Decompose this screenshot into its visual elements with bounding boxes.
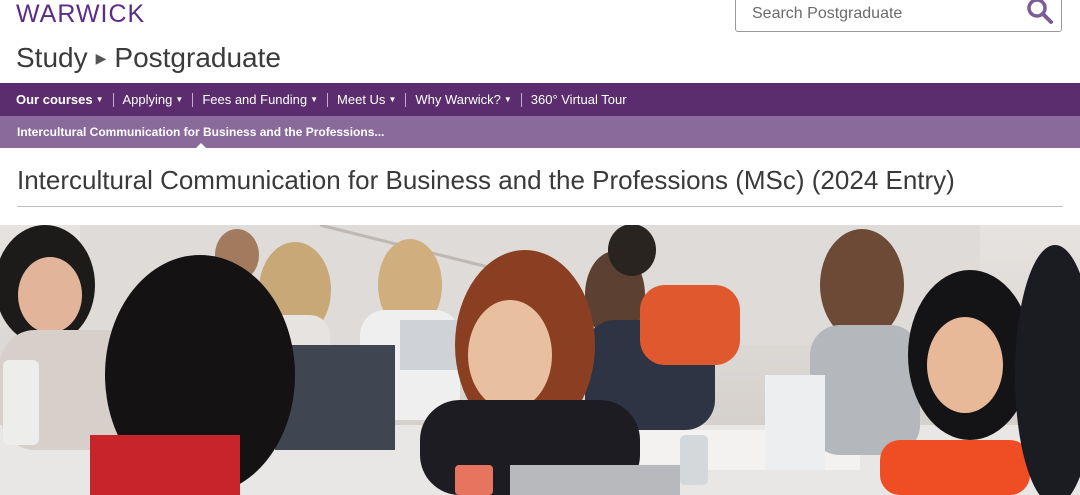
nav-label: Meet Us <box>337 92 386 107</box>
nav-divider <box>405 92 407 107</box>
main-nav: Our courses ▼ Applying ▼ Fees and Funding ▼… <box>0 83 1080 116</box>
nav-label: Our courses <box>16 92 93 107</box>
search-box <box>735 0 1062 33</box>
search-icon[interactable] <box>1025 0 1055 27</box>
nav-label: Why Warwick? <box>415 92 501 107</box>
sub-nav: Intercultural Communication for Business… <box>0 116 1080 148</box>
caret-down-icon: ▼ <box>310 95 319 104</box>
caret-down-icon: ▼ <box>175 95 184 104</box>
hero-image <box>0 225 1080 495</box>
title-divider <box>17 206 1063 207</box>
warwick-logo[interactable]: WARWICK <box>16 0 145 29</box>
nav-divider <box>112 92 114 107</box>
search-input[interactable] <box>750 0 1014 33</box>
nav-label: 360° Virtual Tour <box>530 92 627 107</box>
nav-divider <box>520 92 522 107</box>
nav-divider <box>327 92 329 107</box>
nav-divider <box>192 92 194 107</box>
nav-fees-and-funding[interactable]: Fees and Funding ▼ <box>202 92 318 107</box>
breadcrumb-postgraduate[interactable]: Postgraduate <box>114 42 281 74</box>
nav-label: Applying <box>122 92 173 107</box>
breadcrumb: Study ▶ Postgraduate <box>16 42 281 74</box>
nav-label: Fees and Funding <box>202 92 308 107</box>
hero-photo-students <box>0 225 1080 495</box>
page-title: Intercultural Communication for Business… <box>17 165 955 195</box>
nav-virtual-tour[interactable]: 360° Virtual Tour <box>531 92 627 107</box>
nav-applying[interactable]: Applying ▼ <box>123 92 184 107</box>
caret-down-icon: ▼ <box>503 95 512 104</box>
caret-down-icon: ▼ <box>388 95 397 104</box>
subnav-current-course[interactable]: Intercultural Communication for Business… <box>17 125 384 139</box>
breadcrumb-study[interactable]: Study <box>16 42 88 74</box>
nav-our-courses[interactable]: Our courses ▼ <box>16 92 104 107</box>
nav-meet-us[interactable]: Meet Us ▼ <box>337 92 396 107</box>
caret-right-icon: ▶ <box>95 49 107 66</box>
caret-down-icon: ▼ <box>95 95 104 104</box>
nav-why-warwick[interactable]: Why Warwick? ▼ <box>415 92 511 107</box>
active-indicator <box>195 143 207 149</box>
